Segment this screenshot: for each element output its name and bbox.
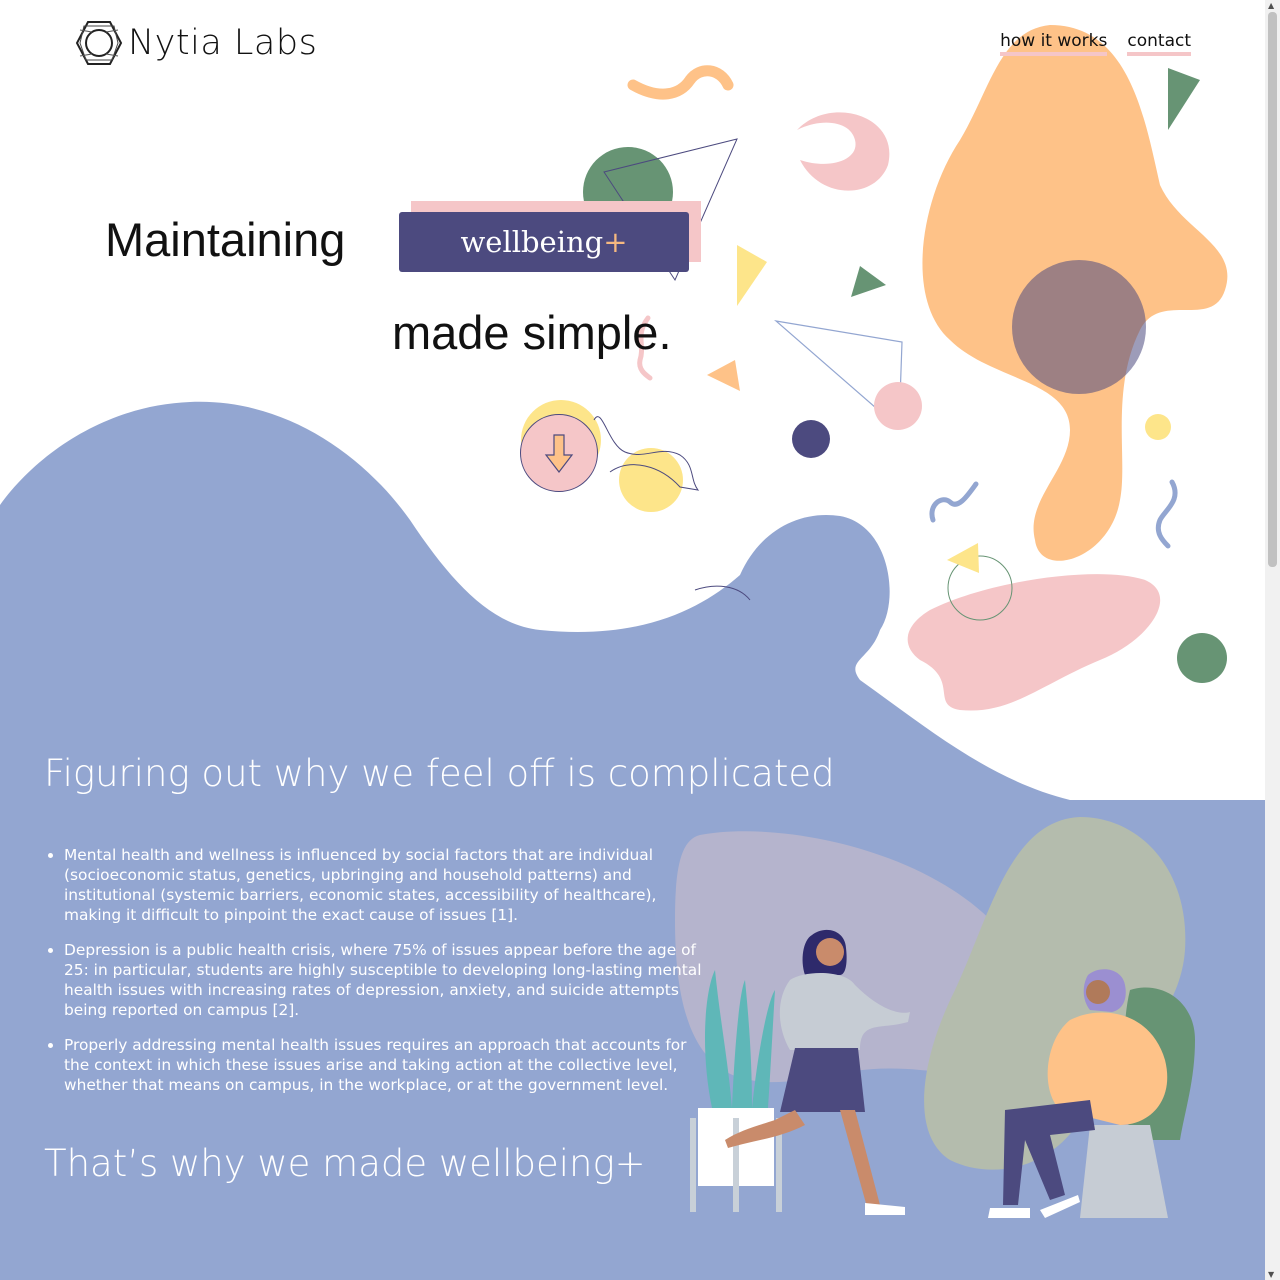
wellbeing-badge: wellbeing + <box>399 212 689 272</box>
closing-heading: That’s why we made wellbeing+ <box>44 1142 646 1185</box>
person2-head <box>1086 980 1110 1004</box>
hero-line-1: Maintaining <box>105 213 346 266</box>
pink-blob-shape <box>907 574 1161 711</box>
green-triangle-shape <box>1168 68 1200 130</box>
navy-dot-shape <box>792 420 830 458</box>
green-circle-bottom-shape <box>1177 633 1227 683</box>
blue-squiggle-shape <box>929 481 979 523</box>
top-nav: how it works contact <box>1000 30 1191 56</box>
scroll-up-icon[interactable]: ▲ <box>1268 1 1274 10</box>
pink-crescent-shape <box>797 112 890 191</box>
list-item: Depression is a public health crisis, wh… <box>64 940 704 1020</box>
peach-squiggle-shape <box>627 65 734 100</box>
arrow-down-icon <box>544 434 574 473</box>
list-item: Properly addressing mental health issues… <box>64 1035 704 1095</box>
section-heading: Figuring out why we feel off is complica… <box>44 752 835 795</box>
vertical-scrollbar[interactable]: ▲ ▼ <box>1265 0 1280 1280</box>
brand-name: Nytia Labs <box>128 23 318 63</box>
fact-list: Mental health and wellness is influenced… <box>44 845 704 1110</box>
nav-link-how-it-works[interactable]: how it works <box>1000 30 1108 56</box>
plant-stand-leg-mid <box>733 1118 739 1212</box>
scroll-down-button[interactable] <box>520 414 598 492</box>
scroll-down-icon[interactable]: ▼ <box>1268 1270 1274 1279</box>
hexagon-wire-logo-icon <box>75 21 123 65</box>
nav-link-contact[interactable]: contact <box>1127 30 1191 56</box>
plant-stand-leg-left <box>690 1118 696 1212</box>
pink-circle-shape <box>874 382 922 430</box>
badge-plus: + <box>603 225 628 259</box>
badge-word: wellbeing <box>460 225 604 259</box>
yellow-small-triangle-shape <box>947 543 979 573</box>
yellow-dot-shape <box>1145 414 1171 440</box>
yellow-triangle-shape <box>737 245 767 306</box>
list-item: Mental health and wellness is influenced… <box>64 845 704 925</box>
blue-squiggle-right-shape <box>1155 479 1178 549</box>
logo[interactable]: Nytia Labs <box>74 18 317 68</box>
scrollbar-thumb[interactable] <box>1268 12 1277 567</box>
peach-triangle-shape <box>707 360 740 391</box>
navy-circle-shape <box>1012 260 1146 394</box>
page: Nytia Labs how it works contact Maintain… <box>0 0 1265 1280</box>
green-small-triangle-shape <box>851 266 886 297</box>
hero-line-2: made simple. <box>392 306 672 359</box>
person1-head <box>816 938 844 966</box>
